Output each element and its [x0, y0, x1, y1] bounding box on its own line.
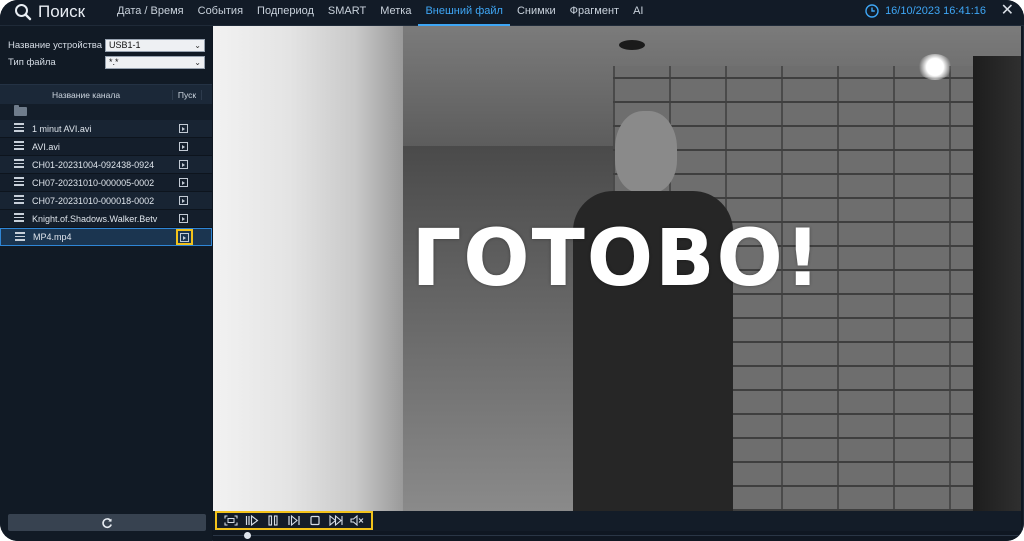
device-label: Название устройства — [8, 39, 103, 51]
tab-subperiod[interactable]: Подпериод — [250, 0, 321, 24]
file-icon — [14, 195, 24, 206]
datetime-text: 16/10/2023 16:41:16 — [885, 5, 986, 17]
file-icon — [14, 141, 24, 152]
tab-fragment[interactable]: Фрагмент — [563, 0, 626, 24]
file-icon — [14, 123, 24, 134]
clock-icon — [865, 4, 879, 18]
tab-bar: Дата / Время События Подпериод SMART Мет… — [110, 0, 650, 26]
file-table-header: Название канала Пуск — [0, 84, 212, 105]
column-play: Пуск — [173, 89, 202, 100]
tab-events[interactable]: События — [191, 0, 250, 24]
chevron-down-icon: ⌄ — [194, 57, 201, 67]
app-window: Поиск Дата / Время События Подпериод SMA… — [0, 0, 1024, 541]
slow-icon[interactable] — [245, 515, 259, 526]
file-name: AVI.avi — [32, 141, 60, 152]
file-list: 1 minut AVI.avi AVI.avi CH01-20231004-09… — [0, 120, 212, 246]
top-bar: Поиск Дата / Время События Подпериод SMA… — [0, 0, 1024, 26]
file-row[interactable]: CH07-20231010-000005-0002 — [0, 174, 212, 192]
overlay-text: ГОТОВО! — [411, 214, 823, 304]
file-icon — [14, 213, 24, 224]
device-select[interactable]: USB1-1 ⌄ — [105, 38, 205, 52]
tab-tag[interactable]: Метка — [373, 0, 418, 24]
file-name: CH07-20231010-000005-0002 — [32, 177, 155, 188]
page-title: Поиск — [14, 2, 85, 22]
filetype-select[interactable]: *.* ⌄ — [105, 55, 205, 69]
refresh-icon — [102, 517, 112, 528]
search-icon — [15, 4, 32, 21]
device-row: Название устройства USB1-1 ⌄ — [8, 38, 205, 52]
play-file-button[interactable] — [179, 214, 188, 223]
parent-folder-row[interactable] — [0, 104, 212, 120]
step-frame-icon[interactable] — [287, 515, 301, 526]
file-row[interactable]: 1 minut AVI.avi — [0, 120, 212, 138]
close-icon[interactable]: ✕ — [1001, 3, 1014, 19]
file-icon — [14, 159, 24, 170]
file-name: MP4.mp4 — [33, 232, 72, 242]
file-name: CH01-20231004-092438-0924 — [32, 159, 155, 170]
filetype-value: *.* — [109, 57, 119, 67]
timeline-track — [213, 535, 1021, 536]
person-head — [615, 111, 677, 193]
tab-smart[interactable]: SMART — [321, 0, 373, 24]
chevron-down-icon: ⌄ — [194, 40, 201, 50]
stop-icon[interactable] — [308, 515, 322, 526]
device-value: USB1-1 — [109, 40, 141, 50]
pause-icon[interactable] — [266, 515, 280, 526]
file-name: Knight.of.Shadows.Walker.Betv — [32, 213, 158, 224]
play-file-button[interactable] — [179, 160, 188, 169]
tab-date-time[interactable]: Дата / Время — [110, 0, 191, 24]
file-name: CH07-20231010-000018-0002 — [32, 195, 155, 206]
refresh-button[interactable] — [8, 514, 206, 531]
fullscreen-icon[interactable] — [224, 515, 238, 526]
page-title-text: Поиск — [38, 2, 86, 21]
tab-external-file[interactable]: Внешний файл — [418, 0, 510, 26]
play-button-highlight — [176, 229, 193, 245]
file-row[interactable]: CH07-20231010-000018-0002 — [0, 192, 212, 210]
play-file-button[interactable] — [179, 124, 188, 133]
tab-ai[interactable]: AI — [626, 0, 650, 24]
datetime-display: 16/10/2023 16:41:16 — [865, 4, 986, 18]
file-icon — [14, 177, 24, 188]
file-row[interactable]: AVI.avi — [0, 138, 212, 156]
file-browser-panel: Название устройства USB1-1 ⌄ Тип файла *… — [0, 26, 212, 541]
file-row[interactable]: CH01-20231004-092438-0924 — [0, 156, 212, 174]
column-channel-name: Название канала — [0, 89, 173, 100]
play-file-button[interactable] — [179, 178, 188, 187]
scene-person — [563, 111, 743, 511]
folder-icon — [14, 105, 27, 116]
timeline-handle[interactable] — [244, 532, 251, 539]
playback-controls — [213, 511, 1021, 531]
file-name: 1 minut AVI.avi — [32, 123, 92, 134]
filetype-row: Тип файла *.* ⌄ — [8, 55, 205, 69]
play-file-button[interactable] — [179, 196, 188, 205]
scene-light — [918, 54, 952, 80]
fast-forward-icon[interactable] — [329, 515, 343, 526]
mute-icon[interactable] — [350, 515, 364, 526]
playback-controls-highlight — [215, 511, 373, 530]
file-icon — [15, 232, 25, 243]
timeline[interactable] — [213, 531, 1021, 541]
file-row-selected[interactable]: MP4.mp4 — [0, 228, 212, 246]
play-file-button[interactable] — [179, 142, 188, 151]
file-row[interactable]: Knight.of.Shadows.Walker.Betv — [0, 210, 212, 228]
filetype-label: Тип файла — [8, 56, 56, 68]
scene-lamp — [619, 40, 645, 50]
video-player[interactable]: ГОТОВО! — [213, 26, 1021, 511]
tab-snapshots[interactable]: Снимки — [510, 0, 563, 24]
